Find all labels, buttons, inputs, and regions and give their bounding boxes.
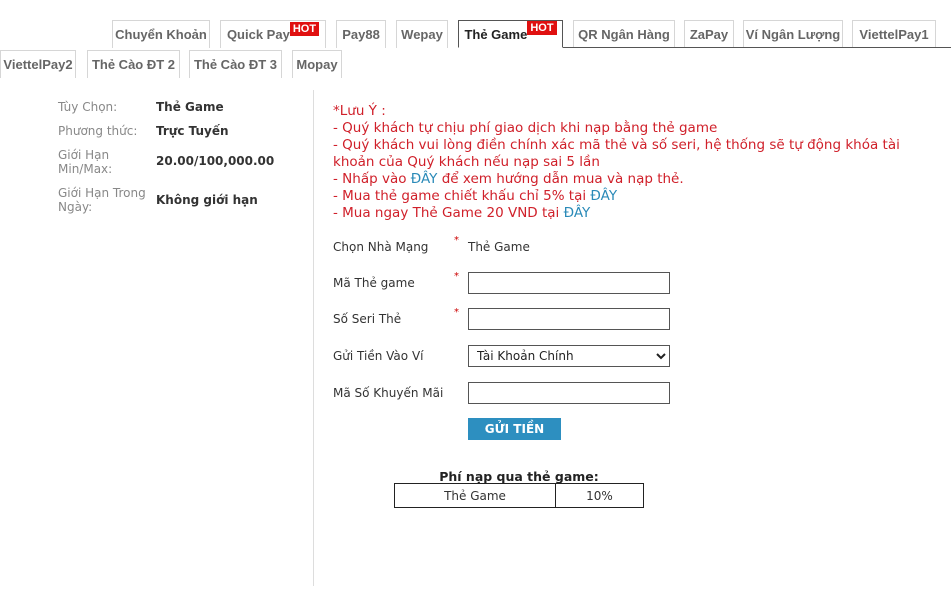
tab-vi-ngan-luong[interactable]: Ví Ngân Lượng [743, 20, 843, 48]
tab-wepay[interactable]: Wepay [396, 20, 448, 48]
notice-line: - Quý khách tự chịu phí giao dịch khi nạ… [333, 120, 718, 136]
notice-text: để xem hướng dẫn mua và nạp thẻ. [437, 171, 684, 187]
tab-label: Thẻ Game [464, 26, 528, 42]
tab-label: Thẻ Cào ĐT 3 [193, 57, 278, 72]
tab-label: ViettelPay2 [3, 57, 73, 72]
tab-the-cao-dt3[interactable]: Thẻ Cào ĐT 3 [189, 50, 282, 78]
tab-label: ViettelPay1 [859, 27, 929, 42]
tab-viettelpay1[interactable]: ViettelPay1 [852, 20, 936, 48]
tab-viettelpay2[interactable]: ViettelPay2 [0, 50, 76, 78]
info-value: Không giới hạn [156, 193, 258, 207]
info-value: Thẻ Game [156, 100, 224, 114]
tab-label: Thẻ Cào ĐT 2 [91, 57, 176, 72]
hot-badge: HOT [527, 21, 557, 35]
fee-title: Phí nạp qua thẻ game: [439, 469, 599, 484]
tab-chuyen-khoan[interactable]: Chuyển Khoản [112, 20, 210, 48]
serial-label: Số Seri Thẻ [333, 312, 402, 326]
notice-line: - Mua ngay Thẻ Game 20 VND tại ĐÂY [333, 205, 933, 222]
network-label: Chọn Nhà Mạng [333, 240, 429, 254]
required-mark: * [454, 235, 459, 246]
fee-type: Thẻ Game [394, 483, 556, 508]
discount-link[interactable]: ĐÂY [590, 188, 617, 204]
tab-label: Quick Pay [226, 27, 290, 42]
notice-line: - Mua thẻ game chiết khấu chỉ 5% tại ĐÂY [333, 188, 933, 205]
tab-qr-ngan-hang[interactable]: QR Ngân Hàng [573, 20, 675, 48]
notice-text: - Mua ngay Thẻ Game 20 VND tại [333, 205, 564, 221]
required-mark: * [454, 307, 459, 318]
info-key: Giới Hạn Trong Ngày: [58, 186, 146, 214]
tab-label: Wepay [401, 27, 443, 42]
notice: *Lưu Ý : - Quý khách tự chịu phí giao dị… [333, 103, 933, 222]
tab-zapay[interactable]: ZaPay [684, 20, 734, 48]
tab-pay88[interactable]: Pay88 [336, 20, 386, 48]
tab-the-cao-dt2[interactable]: Thẻ Cào ĐT 2 [87, 50, 180, 78]
serial-input[interactable] [468, 308, 670, 330]
network-value: Thẻ Game [468, 240, 530, 254]
tab-quick-pay[interactable]: Quick Pay HOT [220, 20, 326, 48]
tab-label: Mopay [296, 57, 338, 72]
notice-line: - Quý khách vui lòng điền chính xác mã t… [333, 137, 900, 170]
submit-button[interactable]: GỬI TIỀN [468, 418, 561, 440]
promo-input[interactable] [468, 382, 670, 404]
notice-title: *Lưu Ý : [333, 103, 386, 119]
wallet-select[interactable]: Tài Khoản Chính [468, 345, 670, 367]
hot-badge: HOT [289, 21, 320, 36]
fee-table: Thẻ Game 10% [394, 483, 644, 508]
info-key: Phương thức: [58, 124, 138, 138]
notice-text: - Nhấp vào [333, 171, 411, 187]
card-code-label: Mã Thẻ game [333, 276, 415, 290]
tab-label: Chuyển Khoản [115, 27, 207, 42]
notice-line: - Nhấp vào ĐÂY để xem hướng dẫn mua và n… [333, 171, 933, 188]
buy-link[interactable]: ĐÂY [564, 205, 591, 221]
required-mark: * [454, 271, 459, 282]
fee-value: 10% [555, 483, 644, 508]
table-row: Thẻ Game 10% [394, 483, 644, 508]
tab-label: Ví Ngân Lượng [745, 27, 841, 42]
tab-label: Pay88 [342, 27, 380, 42]
wallet-label: Gửi Tiền Vào Ví [333, 349, 424, 363]
info-key: Tùy Chọn: [58, 100, 118, 114]
promo-label: Mã Số Khuyến Mãi [333, 386, 444, 400]
tab-the-game[interactable]: Thẻ Game HOT [458, 20, 563, 48]
info-key: Giới Hạn Min/Max: [58, 148, 113, 176]
card-code-input[interactable] [468, 272, 670, 294]
tab-label: QR Ngân Hàng [578, 27, 670, 42]
guide-link[interactable]: ĐÂY [411, 171, 438, 187]
info-value: 20.00/100,000.00 [156, 154, 275, 168]
column-divider [313, 90, 314, 586]
tab-label: ZaPay [689, 27, 729, 42]
info-value: Trực Tuyến [156, 124, 229, 138]
notice-text: - Mua thẻ game chiết khấu chỉ 5% tại [333, 188, 591, 204]
tab-mopay[interactable]: Mopay [292, 50, 342, 78]
